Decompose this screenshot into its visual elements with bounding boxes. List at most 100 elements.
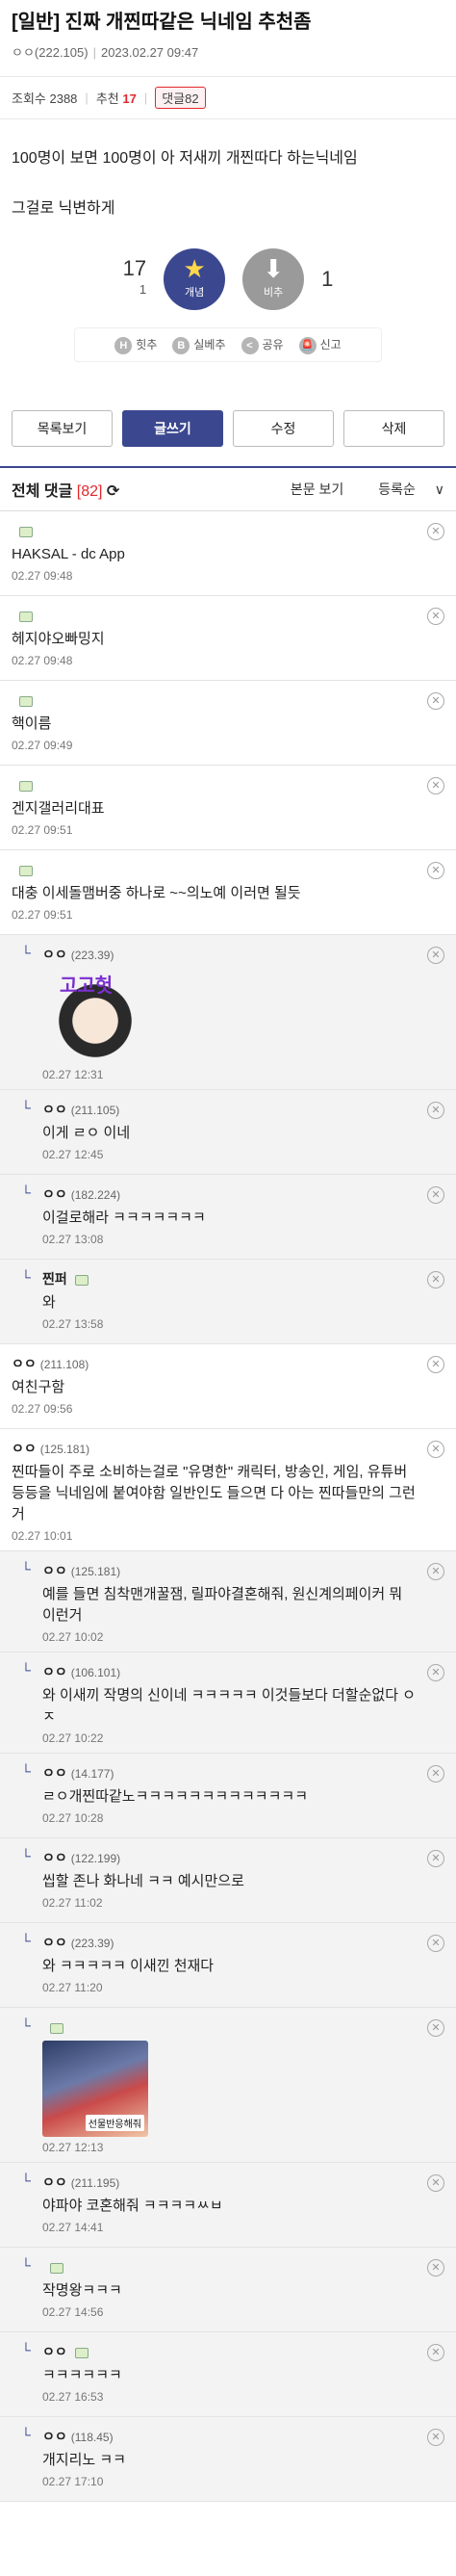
delete-comment-icon[interactable]: ✕ bbox=[427, 947, 444, 964]
downvote-button[interactable]: ⬇ 비추 bbox=[242, 248, 305, 310]
delete-comment-icon[interactable]: ✕ bbox=[427, 2174, 444, 2192]
sort-dropdown[interactable]: 등록순 ∨ bbox=[363, 481, 444, 497]
delete-comment-icon[interactable]: ✕ bbox=[427, 692, 444, 710]
reply-arrow-icon: └ bbox=[21, 2427, 31, 2442]
delete-comment-icon[interactable]: ✕ bbox=[427, 2259, 444, 2277]
comment-author[interactable]: ㅇㅇ (106.101) bbox=[42, 1662, 418, 1681]
comment-author-ip: (211.105) bbox=[70, 1104, 120, 1117]
comment-author[interactable] bbox=[12, 775, 418, 794]
delete-comment-icon[interactable]: ✕ bbox=[427, 1850, 444, 1867]
delete-comment-icon[interactable]: ✕ bbox=[427, 862, 444, 879]
arrow-down-icon: ⬇ bbox=[263, 254, 284, 283]
delete-comment-icon[interactable]: ✕ bbox=[427, 2019, 444, 2037]
comment-time: 02.27 09:56 bbox=[12, 1402, 73, 1416]
delete-comment-icon[interactable]: ✕ bbox=[427, 2429, 444, 2446]
reply-arrow-icon: └ bbox=[21, 2173, 31, 2188]
upvote-button[interactable]: ★ 개념 bbox=[164, 248, 226, 310]
delete-comment-icon[interactable]: ✕ bbox=[427, 1271, 444, 1288]
comment-author[interactable]: ㅇㅇ (182.224) bbox=[42, 1184, 418, 1204]
reply-comment: └ ㅇㅇ (223.39) 고고헛 02.27 12:31 ✕ bbox=[0, 935, 456, 1090]
comment-author[interactable]: ㅇㅇ (122.199) bbox=[42, 1848, 418, 1867]
share-button[interactable]: < 공유 bbox=[241, 334, 284, 355]
comment-author[interactable] bbox=[42, 2017, 418, 2037]
dccon-image[interactable]: 선물반응해줘 bbox=[42, 2041, 148, 2137]
comment-author[interactable]: ㅇㅇ (211.105) bbox=[42, 1100, 418, 1119]
delete-comment-icon[interactable]: ✕ bbox=[427, 1356, 444, 1373]
comment-author[interactable]: ㅇㅇ (223.39) bbox=[42, 1933, 418, 1952]
reply-comment: └ ㅇㅇ (211.195) 야파야 코혼해줘 ㅋㅋㅋㅋㅆㅂ 02.27 14:41 ✕ bbox=[0, 2163, 456, 2248]
comment-author-ip: (182.224) bbox=[70, 1188, 121, 1202]
delete-comment-icon[interactable]: ✕ bbox=[427, 1563, 444, 1580]
comment-time: 02.27 12:13 bbox=[42, 2141, 104, 2154]
delete-comment-icon[interactable]: ✕ bbox=[427, 1441, 444, 1458]
comment-author-name: ㅇㅇ bbox=[42, 2429, 67, 2444]
comment-author[interactable]: ㅇㅇ (118.45) bbox=[42, 2427, 418, 2446]
app-badge-icon bbox=[19, 611, 33, 622]
reply-comment: └ ㅇㅇ (118.45) 개지리노 ㅋㅋ 02.27 17:10 ✕ bbox=[0, 2417, 456, 2502]
post-body-line: 100명이 보면 100명이 아 저새끼 개찐따다 하는닉네임 bbox=[12, 150, 358, 167]
comment-author[interactable]: ㅇㅇ (211.195) bbox=[42, 2173, 418, 2192]
comment-count-badge[interactable]: 댓글82 bbox=[155, 87, 206, 109]
comment-author[interactable]: ㅇㅇ bbox=[42, 2342, 418, 2361]
delete-comment-icon[interactable]: ✕ bbox=[427, 1765, 444, 1782]
comment-author[interactable]: ㅇㅇ (211.108) bbox=[12, 1354, 418, 1373]
view-original-button[interactable]: 본문 보기 bbox=[291, 481, 343, 497]
reply-arrow-icon: └ bbox=[21, 1561, 31, 1576]
comment-list: HAKSAL - dc App 02.27 09:48 ✕ 헤지야오빠밍지 02.27 … bbox=[0, 511, 456, 2502]
app-badge-icon bbox=[19, 865, 33, 876]
comment-author-ip: (223.39) bbox=[70, 949, 114, 962]
comment-author-ip: (122.199) bbox=[70, 1852, 121, 1865]
comment-author[interactable]: ㅇㅇ (14.177) bbox=[42, 1763, 418, 1782]
delete-comment-icon[interactable]: ✕ bbox=[427, 2344, 444, 2361]
comment-time: 02.27 13:08 bbox=[42, 1233, 104, 1246]
post-date: 2023.02.27 09:47 bbox=[100, 45, 199, 60]
delete-comment-icon[interactable]: ✕ bbox=[427, 1186, 444, 1204]
edit-button[interactable]: 수정 bbox=[233, 410, 334, 447]
reply-comment: └ 작명왕ㅋㅋㅋ 02.27 14:56 ✕ bbox=[0, 2248, 456, 2332]
vote-area: 17 1 ★ 개념 ⬇ 비추 1 bbox=[12, 248, 444, 310]
reply-arrow-icon: └ bbox=[21, 1763, 31, 1779]
app-badge-icon bbox=[50, 2262, 63, 2274]
reply-arrow-icon: └ bbox=[21, 2342, 31, 2357]
comment-author[interactable]: 찐퍼 bbox=[42, 1269, 418, 1288]
comment-author-name: ㅇㅇ bbox=[42, 1102, 67, 1117]
comment-time: 02.27 17:10 bbox=[42, 2475, 104, 2488]
reply-comment: └ ㅇㅇ (14.177) ㄹㅇ개찐따같노ㅋㅋㅋㅋㅋㅋㅋㅋㅋㅋㅋㅋㅋ 02.27 10:… bbox=[0, 1754, 456, 1838]
reply-arrow-icon: └ bbox=[21, 1848, 31, 1863]
refresh-icon[interactable]: ⟳ bbox=[107, 483, 119, 500]
delete-button[interactable]: 삭제 bbox=[343, 410, 444, 447]
comment-author[interactable] bbox=[12, 521, 418, 540]
comment-author[interactable] bbox=[42, 2257, 418, 2277]
post-author[interactable]: ㅇㅇ(222.105) bbox=[12, 45, 89, 60]
comment-text: 핵이름 bbox=[12, 716, 52, 732]
best-recommend-button[interactable]: B 실베추 bbox=[172, 334, 226, 355]
dccon-image[interactable]: 고고헛 bbox=[42, 968, 148, 1064]
delete-comment-icon[interactable]: ✕ bbox=[427, 1664, 444, 1681]
comment-time: 02.27 10:28 bbox=[42, 1811, 104, 1825]
comment-text: 와 ㅋㅋㅋㅋㅋ 이새낀 천재다 bbox=[42, 1958, 215, 1974]
write-button[interactable]: 글쓰기 bbox=[122, 410, 223, 447]
comment-time: 02.27 10:02 bbox=[42, 1630, 104, 1644]
delete-comment-icon[interactable]: ✕ bbox=[427, 608, 444, 625]
comment: 겐지갤러리대표 02.27 09:51 ✕ bbox=[0, 766, 456, 850]
report-button[interactable]: 🚨 신고 bbox=[298, 334, 342, 355]
comment-author[interactable] bbox=[12, 860, 418, 879]
comment-author[interactable]: ㅇㅇ (125.181) bbox=[42, 1561, 418, 1580]
comment-author[interactable]: ㅇㅇ (125.181) bbox=[12, 1439, 418, 1458]
comment-author[interactable]: ㅇㅇ (223.39) bbox=[42, 945, 418, 964]
comment-author[interactable] bbox=[12, 606, 418, 625]
hit-recommend-button[interactable]: H 힛추 bbox=[114, 334, 157, 355]
comments-header: 전체 댓글 [82] ⟳ 본문 보기 등록순 ∨ bbox=[0, 466, 456, 511]
best-icon: B bbox=[172, 337, 190, 354]
comment-author-ip: (14.177) bbox=[70, 1767, 114, 1781]
post-title: [일반] 진짜 개찐따같은 닉네임 추천좀 bbox=[12, 12, 312, 33]
comment-author-name: ㅇㅇ bbox=[42, 1765, 67, 1781]
comment-text: 와 bbox=[42, 1294, 56, 1311]
comment-author[interactable] bbox=[12, 690, 418, 710]
list-button[interactable]: 목록보기 bbox=[12, 410, 113, 447]
delete-comment-icon[interactable]: ✕ bbox=[427, 523, 444, 540]
delete-comment-icon[interactable]: ✕ bbox=[427, 1102, 444, 1119]
delete-comment-icon[interactable]: ✕ bbox=[427, 1935, 444, 1952]
comment-text: 예를 들면 침착맨개꿀잼, 릴파야결혼해줘, 원신계의페이커 뭐 이런거 bbox=[42, 1586, 403, 1624]
delete-comment-icon[interactable]: ✕ bbox=[427, 777, 444, 794]
